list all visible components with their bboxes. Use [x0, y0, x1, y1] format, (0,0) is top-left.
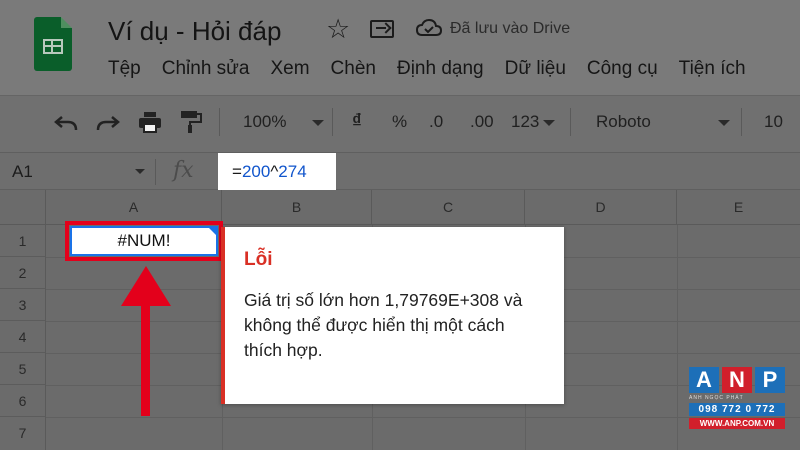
formula-prefix: =	[232, 162, 242, 181]
decrease-decimal-button[interactable]: .0	[429, 112, 443, 132]
menu-edit[interactable]: Chỉnh sửa	[162, 58, 250, 84]
toolbar: 100% ₫ % .0 .00 123 Roboto 10	[0, 95, 800, 152]
anp-watermark-logo: A N P ANH NGỌC PHÁT 098 772 0 772 WWW.AN…	[689, 367, 785, 439]
fx-icon: fx	[173, 158, 194, 183]
menu-data[interactable]: Dữ liệu	[505, 58, 566, 84]
formula-bar: A1 fx =200^274	[0, 152, 800, 190]
error-message: Giá trị số lớn hơn 1,79769E+308 và không…	[244, 290, 523, 360]
paint-format-icon[interactable]	[180, 110, 202, 134]
sheets-logo-icon[interactable]	[34, 17, 72, 71]
save-status[interactable]: Đã lưu vào Drive	[450, 20, 570, 38]
chevron-down-icon	[312, 119, 325, 126]
number-format-select[interactable]: 123	[511, 112, 556, 132]
column-header-a[interactable]: A	[46, 190, 222, 225]
formula-input[interactable]: =200^274	[218, 153, 336, 190]
formula-bar-divider	[155, 159, 156, 185]
redo-icon[interactable]	[96, 114, 120, 132]
increase-decimal-label: .00	[470, 112, 494, 131]
menu-tools[interactable]: Công cụ	[587, 58, 658, 84]
star-icon[interactable]: ☆	[326, 14, 350, 45]
row-header-6[interactable]: 6	[0, 385, 46, 417]
watermark-tagline: ANH NGỌC PHÁT	[689, 395, 744, 401]
toolbar-divider	[741, 108, 742, 136]
name-box[interactable]: A1	[12, 162, 33, 182]
row-header-1[interactable]: 1	[0, 225, 46, 257]
row-header-4[interactable]: 4	[0, 321, 46, 353]
font-size-select[interactable]: 10	[764, 112, 783, 132]
row-header-7[interactable]: 7	[0, 417, 46, 450]
watermark-letter-a: A	[689, 367, 719, 393]
watermark-letter-n: N	[722, 367, 752, 393]
toolbar-divider	[219, 108, 220, 136]
formula-exponent: 274	[278, 162, 307, 181]
row-header-5[interactable]: 5	[0, 353, 46, 385]
column-header-c[interactable]: C	[372, 190, 525, 225]
formula-base: 200	[241, 162, 271, 181]
watermark-letter-p: P	[755, 367, 785, 393]
column-header-b[interactable]: B	[222, 190, 372, 225]
watermark-website: WWW.ANP.COM.VN	[689, 418, 785, 429]
menu-file[interactable]: Tệp	[108, 58, 141, 84]
percent-format-button[interactable]: %	[392, 112, 407, 132]
annotation-highlight-box	[65, 221, 223, 261]
toolbar-divider	[332, 108, 333, 136]
chevron-down-icon[interactable]	[135, 169, 145, 174]
menu-extensions[interactable]: Tiện ích	[679, 58, 746, 84]
column-header-e[interactable]: E	[677, 190, 800, 225]
font-name: Roboto	[596, 112, 651, 131]
app-header: Ví dụ - Hỏi đáp ☆ Đã lưu vào Drive Tệp C…	[0, 0, 800, 95]
row-header-3[interactable]: 3	[0, 289, 46, 321]
font-select[interactable]: Roboto	[596, 112, 730, 132]
annotation-arrow-shaft	[141, 292, 150, 416]
currency-format-button[interactable]: ₫	[352, 111, 362, 133]
watermark-phone: 098 772 0 772	[689, 403, 785, 416]
chevron-down-icon	[717, 119, 730, 126]
zoom-value: 100%	[243, 112, 287, 131]
undo-icon[interactable]	[54, 114, 78, 132]
menu-view[interactable]: Xem	[270, 58, 309, 84]
error-tooltip: Lỗi Giá trị số lớn hơn 1,79769E+308 và k…	[221, 227, 564, 404]
decrease-decimal-label: .0	[429, 112, 444, 131]
document-title[interactable]: Ví dụ - Hỏi đáp	[108, 16, 281, 47]
menu-format[interactable]: Định dạng	[397, 58, 484, 84]
row-header-2[interactable]: 2	[0, 257, 46, 289]
print-icon[interactable]	[138, 111, 162, 133]
cloud-saved-icon[interactable]	[416, 18, 442, 38]
move-folder-icon[interactable]	[370, 20, 394, 38]
number-format-label: 123	[511, 112, 540, 131]
error-title: Lỗi	[244, 249, 273, 270]
grid-line	[46, 417, 800, 418]
select-all-corner[interactable]	[0, 190, 46, 225]
menu-insert[interactable]: Chèn	[331, 58, 376, 84]
menu-bar: Tệp Chỉnh sửa Xem Chèn Định dạng Dữ liệu…	[108, 58, 767, 84]
column-header-d[interactable]: D	[525, 190, 677, 225]
increase-decimal-button[interactable]: .00	[470, 112, 494, 132]
watermark-letters: A N P	[689, 367, 785, 393]
chevron-down-icon	[543, 119, 556, 126]
toolbar-divider	[570, 108, 571, 136]
zoom-select[interactable]: 100%	[243, 112, 325, 132]
